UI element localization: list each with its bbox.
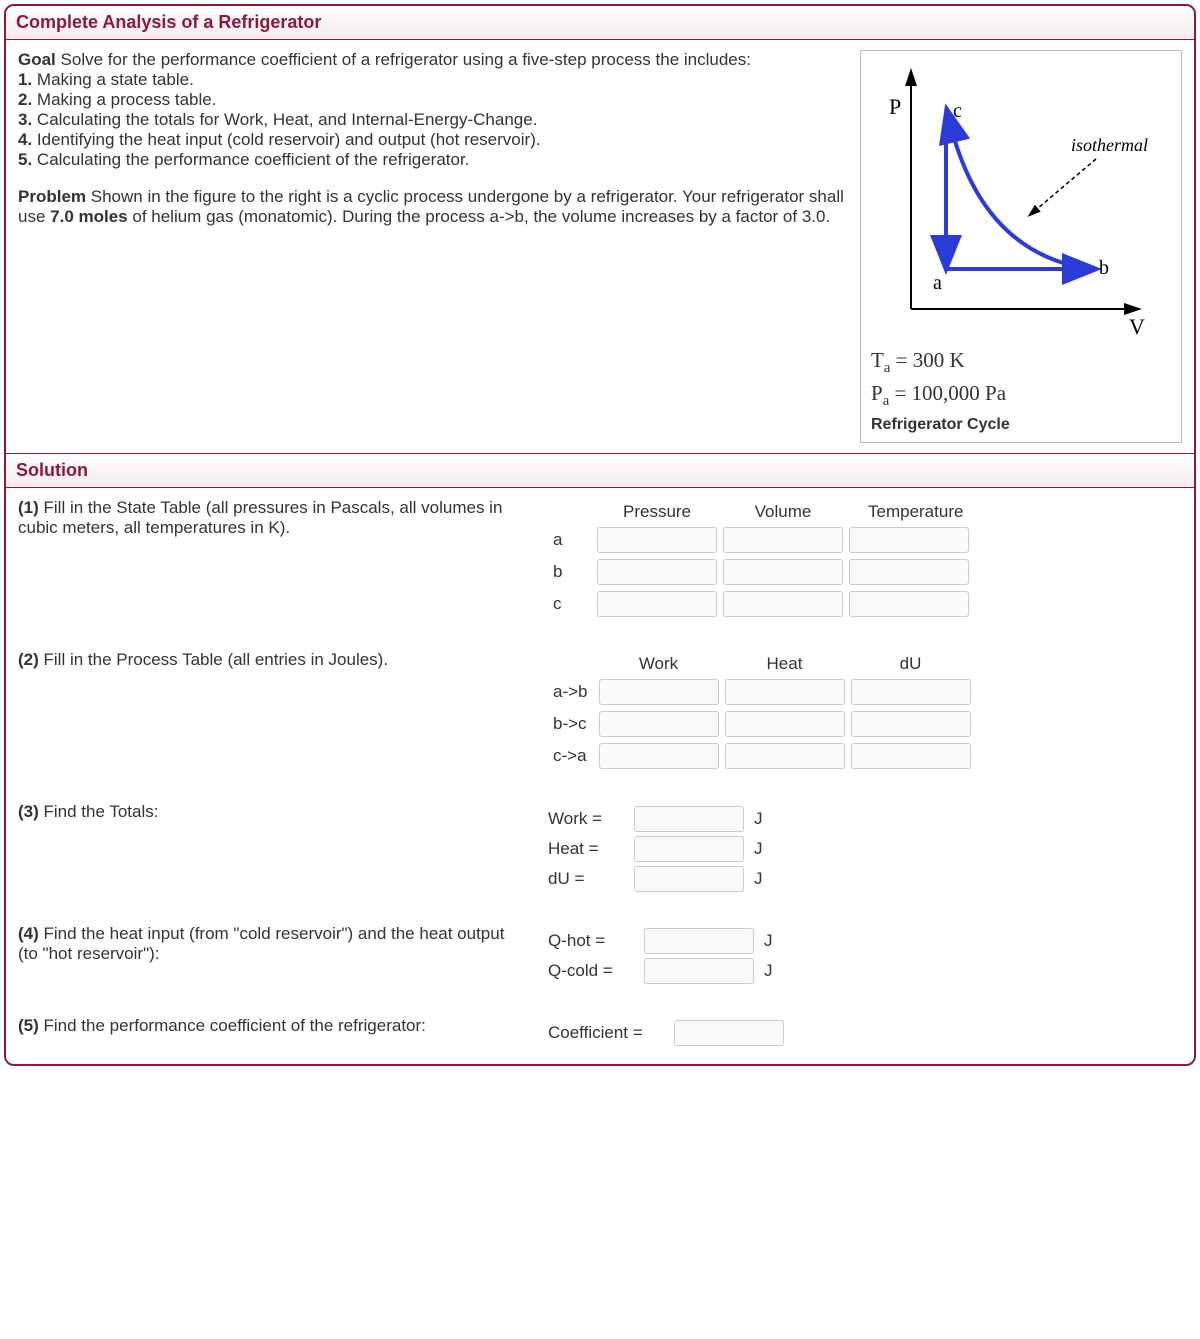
step3-label: (3) bbox=[18, 802, 39, 821]
step3-text: Find the Totals: bbox=[39, 802, 159, 821]
step2-text: Fill in the Process Table (all entries i… bbox=[39, 650, 388, 669]
step2-label: (2) bbox=[18, 650, 39, 669]
state-table: Pressure Volume Temperature a b bbox=[548, 498, 987, 622]
row-a: a bbox=[552, 526, 592, 554]
coefficient-label: Coefficient = bbox=[548, 1023, 668, 1043]
goal-step-1: 1. Making a state table. bbox=[18, 70, 194, 89]
total-du-unit: J bbox=[754, 869, 763, 889]
figure-caption: Refrigerator Cycle bbox=[871, 416, 1171, 434]
proc-bc-work[interactable] bbox=[599, 711, 719, 737]
point-c-label: c bbox=[953, 100, 962, 122]
step1-text: Fill in the State Table (all pressures i… bbox=[18, 498, 502, 537]
row-b: b bbox=[552, 558, 592, 586]
proc-ab-du[interactable] bbox=[851, 679, 971, 705]
total-heat-label: Heat = bbox=[548, 839, 628, 859]
axis-p-label: P bbox=[889, 94, 901, 119]
process-table: Work Heat dU a->b b->c bbox=[548, 650, 976, 774]
col-work: Work bbox=[598, 654, 720, 674]
qcold-label: Q-cold = bbox=[548, 961, 638, 981]
row-ab: a->b bbox=[552, 678, 594, 706]
qhot-input[interactable] bbox=[644, 928, 754, 954]
total-heat-input[interactable] bbox=[634, 836, 744, 862]
coefficient-input[interactable] bbox=[674, 1020, 784, 1046]
point-a-label: a bbox=[933, 272, 942, 294]
state-b-pressure[interactable] bbox=[597, 559, 717, 585]
proc-ca-du[interactable] bbox=[851, 743, 971, 769]
goal-step-5: 5. Calculating the performance coefficie… bbox=[18, 150, 469, 169]
step1-label: (1) bbox=[18, 498, 39, 517]
problem-moles: 7.0 moles bbox=[50, 207, 128, 226]
qhot-label: Q-hot = bbox=[548, 931, 638, 951]
qhot-unit: J bbox=[764, 931, 773, 951]
col-pressure: Pressure bbox=[596, 502, 718, 522]
step5-label: (5) bbox=[18, 1016, 39, 1035]
qcold-input[interactable] bbox=[644, 958, 754, 984]
col-temperature: Temperature bbox=[848, 502, 983, 522]
proc-ca-work[interactable] bbox=[599, 743, 719, 769]
step4-text: Find the heat input (from "cold reservoi… bbox=[18, 924, 504, 963]
step5-text: Find the performance coefficient of the … bbox=[39, 1016, 426, 1035]
qcold-unit: J bbox=[764, 961, 773, 981]
proc-ab-work[interactable] bbox=[599, 679, 719, 705]
state-a-volume[interactable] bbox=[723, 527, 843, 553]
point-b-label: b bbox=[1099, 257, 1109, 279]
state-b-volume[interactable] bbox=[723, 559, 843, 585]
total-work-label: Work = bbox=[548, 809, 628, 829]
problem-text-after: of helium gas (monatomic). During the pr… bbox=[128, 207, 831, 226]
col-heat: Heat bbox=[724, 654, 846, 674]
state-a-temperature[interactable] bbox=[849, 527, 969, 553]
goal-step-3: 3. Calculating the totals for Work, Heat… bbox=[18, 110, 537, 129]
state-c-volume[interactable] bbox=[723, 591, 843, 617]
col-volume: Volume bbox=[722, 502, 844, 522]
problem-section: Goal Solve for the performance coefficie… bbox=[6, 40, 1194, 453]
ta-equation: Ta = 300 K bbox=[871, 348, 1171, 377]
state-c-pressure[interactable] bbox=[597, 591, 717, 617]
goal-heading: Goal bbox=[18, 50, 56, 69]
pa-equation: Pa = 100,000 Pa bbox=[871, 381, 1171, 410]
total-du-input[interactable] bbox=[634, 866, 744, 892]
problem-heading: Problem bbox=[18, 187, 86, 206]
row-c: c bbox=[552, 590, 592, 618]
row-ca: c->a bbox=[552, 742, 594, 770]
proc-bc-du[interactable] bbox=[851, 711, 971, 737]
solution-header: Solution bbox=[6, 454, 1194, 488]
isothermal-label: isothermal bbox=[1071, 135, 1148, 155]
pv-diagram: P V isothermal a b c bbox=[871, 59, 1151, 339]
page-container: Complete Analysis of a Refrigerator Goal… bbox=[4, 4, 1196, 1066]
axis-v-label: V bbox=[1129, 314, 1145, 339]
row-bc: b->c bbox=[552, 710, 594, 738]
goal-step-2: 2. Making a process table. bbox=[18, 90, 216, 109]
state-b-temperature[interactable] bbox=[849, 559, 969, 585]
state-a-pressure[interactable] bbox=[597, 527, 717, 553]
total-work-unit: J bbox=[754, 809, 763, 829]
proc-bc-heat[interactable] bbox=[725, 711, 845, 737]
total-work-input[interactable] bbox=[634, 806, 744, 832]
goal-intro: Solve for the performance coefficient of… bbox=[61, 50, 751, 69]
step4-label: (4) bbox=[18, 924, 39, 943]
state-c-temperature[interactable] bbox=[849, 591, 969, 617]
goal-step-4: 4. Identifying the heat input (cold rese… bbox=[18, 130, 541, 149]
total-heat-unit: J bbox=[754, 839, 763, 859]
proc-ca-heat[interactable] bbox=[725, 743, 845, 769]
proc-ab-heat[interactable] bbox=[725, 679, 845, 705]
solution-section: (1) Fill in the State Table (all pressur… bbox=[6, 488, 1194, 1064]
figure-box: P V isothermal a b c Ta = 300 K bbox=[860, 50, 1182, 443]
total-du-label: dU = bbox=[548, 869, 628, 889]
col-du: dU bbox=[850, 654, 972, 674]
title-header: Complete Analysis of a Refrigerator bbox=[6, 6, 1194, 40]
